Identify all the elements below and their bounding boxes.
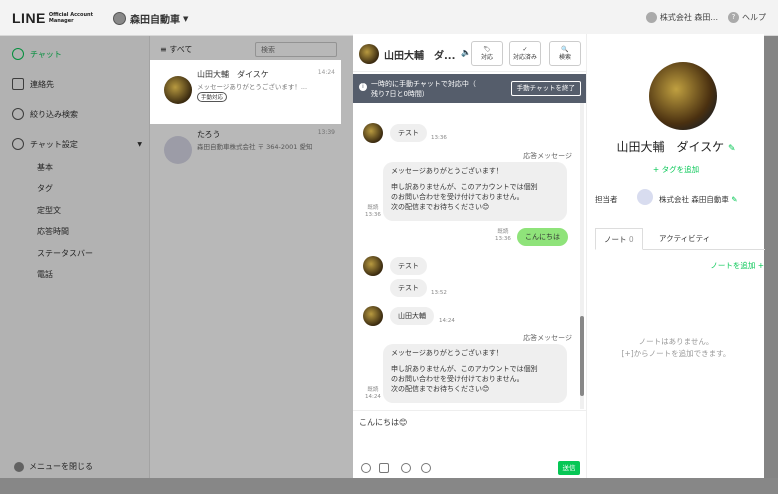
chat-title: 山田大輔 ダ... [384, 51, 456, 62]
message-bubble: メッセージありがとうございます！ 申し訳ありませんが、このアカウントでは個別 の… [383, 162, 567, 221]
message-bubble: テスト [390, 279, 427, 297]
empty-notes-message: ノートはありません。 [+]からノートを追加できます。 [621, 337, 731, 358]
sidebar-item-contacts[interactable]: 連絡先 [12, 78, 54, 90]
message-list[interactable]: テスト 13:36 応答メッセージ メッセージありがとうございます！ 申し訳あり… [353, 103, 586, 409]
search-icon: 🔍 [561, 46, 569, 53]
avatar [363, 123, 383, 143]
message-bubble: こんにちは [517, 228, 568, 246]
sidebar-item-chat[interactable]: チャット [12, 48, 62, 60]
line-logo[interactable]: LINE Official Account Manager [12, 10, 93, 26]
sidebar-item-chat-settings[interactable]: チャット設定 ▼ [12, 138, 142, 150]
sidebar-item-filter[interactable]: 絞り込み検索 [12, 108, 78, 120]
help-icon: ? [728, 12, 739, 23]
message-bubble: テスト [390, 124, 427, 142]
search-button[interactable]: 🔍 検索 [549, 41, 581, 66]
tab-note[interactable]: ノート 0 [595, 228, 643, 250]
chat-room: 山田大輔 ダ... 🔈 🏷 対応 ✓ 対応済み 🔍 検索 i 一時的に手動チャットで対… [353, 34, 586, 478]
avatar [637, 189, 653, 205]
profile-name: 山田大輔 ダイスケ ✎ [616, 140, 736, 154]
message-bubble: テスト [390, 257, 427, 275]
done-button[interactable]: ✓ 対応済み [509, 41, 541, 66]
add-tag-link[interactable]: + タグを追加 [587, 164, 765, 175]
top-bar: LINE Official Account Manager 森田自動車 ▼ 株式会… [0, 0, 778, 36]
sidebar-sub-tags[interactable]: タグ [37, 183, 53, 194]
filter-icon [12, 108, 24, 120]
end-manual-chat-button[interactable]: 手動チャットを終了 [510, 81, 581, 96]
account-avatar [113, 12, 126, 25]
manual-chat-banner: i 一時的に手動チャットで対応中（ 残り7日と0時間） 手動チャットを終了 [353, 74, 586, 103]
profile-avatar [649, 62, 717, 130]
message-bubble: メッセージありがとうございます！ 申し訳ありませんが、このアカウントでは個別 の… [383, 344, 567, 403]
message-input[interactable]: こんにちは😊 [359, 417, 407, 428]
assign-button[interactable]: 🏷 対応 [471, 41, 503, 66]
contacts-icon [12, 78, 24, 90]
account-switcher[interactable]: 森田自動車 ▼ [113, 11, 188, 26]
avatar [359, 44, 379, 64]
speaker-icon[interactable]: 🔈 [461, 48, 471, 57]
chevron-down-icon: ▼ [137, 140, 142, 148]
user-icon [645, 12, 657, 23]
sidebar-sub-statusbar[interactable]: ステータスバー [37, 248, 93, 259]
scrollbar-thumb[interactable] [580, 316, 584, 396]
sidebar: チャット 連絡先 絞り込み検索 チャット設定 ▼ 基本 タグ 定型文 応答時間 … [0, 36, 150, 494]
tag-icon: 🏷 [483, 46, 491, 53]
sidebar-sub-basic[interactable]: 基本 [37, 162, 53, 173]
chat-icon [12, 48, 24, 60]
account-name: 森田自動車 [130, 15, 180, 26]
message-bubble: 山田大輔 [390, 307, 434, 325]
template-icon[interactable] [401, 463, 411, 473]
list-item-selected[interactable]: 山田大輔 ダイスケ メッセージありがとうございます！... 14:24 手動対応 [150, 60, 341, 124]
user-menu[interactable]: 株式会社 森田... [660, 12, 718, 23]
send-button[interactable]: 送信 [558, 461, 580, 475]
emoji-icon[interactable] [361, 463, 371, 473]
add-note-link[interactable]: ノートを追加 + [710, 260, 764, 271]
attach-icon[interactable] [379, 463, 389, 473]
edit-icon[interactable]: ✎ [728, 144, 736, 154]
assignee-name: 株式会社 森田自動車 [659, 195, 729, 204]
check-icon: ✓ [522, 46, 528, 53]
help-link[interactable]: ヘルプ [742, 12, 766, 23]
search-input[interactable] [255, 42, 337, 57]
close-menu-icon [14, 461, 24, 472]
close-menu-button[interactable]: メニューを閉じる [14, 461, 93, 472]
status-badge: 手動対応 [197, 92, 228, 102]
sidebar-sub-templates[interactable]: 定型文 [37, 205, 61, 216]
chevron-down-icon: ▼ [183, 14, 189, 23]
gear-icon [12, 138, 24, 150]
sidebar-sub-hours[interactable]: 応答時間 [37, 226, 69, 237]
tab-activity[interactable]: アクティビティ [659, 233, 710, 244]
list-item[interactable]: たろう 森田自動車株式会社 〒 364-2001 愛知 13:39 [150, 120, 341, 182]
avatar [363, 256, 383, 276]
avatar [164, 136, 192, 164]
info-icon: i [359, 83, 367, 91]
avatar [164, 76, 192, 104]
avatar [363, 306, 383, 326]
sidebar-sub-phone[interactable]: 電話 [37, 269, 53, 280]
message-input-area[interactable]: こんにちは😊 送信 [353, 410, 586, 478]
edit-icon[interactable]: ✎ [731, 195, 737, 204]
filter-dropdown[interactable]: ≡ すべて [160, 44, 192, 55]
profile-panel: 山田大輔 ダイスケ ✎ + タグを追加 担当者 株式会社 森田自動車 ✎ ノート… [586, 34, 765, 478]
phone-icon[interactable] [421, 463, 431, 473]
